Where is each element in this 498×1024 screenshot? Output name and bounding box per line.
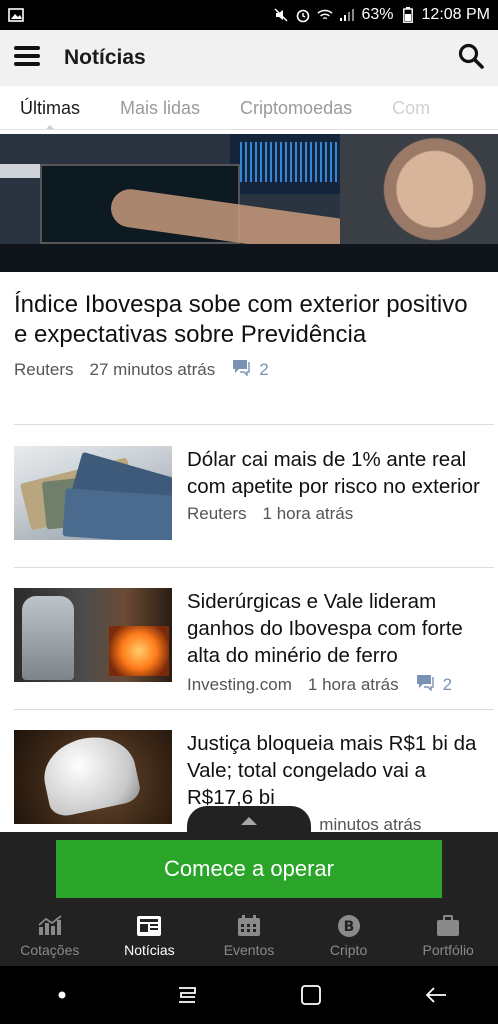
status-bar: 63% 12:08 PM (0, 0, 498, 30)
signal-icon (339, 7, 355, 23)
bitcoin-icon: B (336, 914, 362, 938)
article-time: 1 hora atrás (307, 674, 399, 694)
nav-item-cripto[interactable]: B Cripto (299, 906, 399, 966)
article-headline[interactable]: Dólar cai mais de 1% ante real com apeti… (187, 446, 487, 500)
dot-indicator-icon (42, 975, 82, 1015)
comments-number: 2 (259, 359, 269, 379)
chevron-up-icon (241, 817, 257, 825)
main-article-headline[interactable]: Índice Ibovespa sobe com exterior positi… (14, 290, 484, 350)
article-meta: Reuters 1 hora atrás (187, 504, 487, 524)
nav-label: Cripto (329, 942, 368, 958)
alarm-icon (295, 7, 311, 23)
briefcase-icon (435, 914, 461, 938)
article-source: Reuters (187, 504, 247, 523)
main-article-meta: Reuters 27 minutos atrás 2 (14, 358, 484, 381)
article-time: 1 hora atrás (262, 504, 354, 523)
article-source: Investing.com (187, 674, 292, 694)
cta-panel: Comece a operar (0, 832, 498, 906)
article-thumbnail[interactable] (14, 446, 172, 540)
article-meta: Investing.com 1 hora atrás 2 (187, 673, 487, 696)
system-navigation-bar (0, 966, 498, 1024)
chart-icon (37, 914, 63, 938)
nav-label: Cotações (20, 942, 80, 958)
nav-item-portfolio[interactable]: Portfólio (398, 906, 498, 966)
app-header: Notícias (0, 30, 498, 86)
nav-label: Eventos (223, 942, 275, 958)
article-source: Reuters (14, 359, 74, 379)
search-icon[interactable] (458, 43, 484, 74)
tab-criptomoedas[interactable]: Criptomoedas (220, 86, 372, 129)
calendar-icon (236, 914, 262, 938)
recent-apps-icon[interactable] (167, 975, 207, 1015)
nav-item-cotacoes[interactable]: Cotações (0, 906, 100, 966)
list-item[interactable]: Siderúrgicas e Vale lideram ganhos do Ib… (14, 588, 494, 694)
battery-icon (400, 7, 416, 23)
nav-label: Notícias (124, 942, 175, 958)
gallery-notification-icon (8, 7, 24, 23)
menu-icon[interactable] (14, 45, 40, 72)
category-tabs: Últimas Mais lidas Criptomoedas Com (0, 86, 498, 130)
tab-ultimas[interactable]: Últimas (0, 86, 100, 129)
bottom-nav: Cotações Notícias Eventos B Cripto Portf… (0, 906, 498, 966)
news-icon (136, 914, 162, 938)
tab-commodities[interactable]: Com (372, 86, 450, 129)
comment-icon (231, 358, 251, 381)
article-headline[interactable]: Siderúrgicas e Vale lideram ganhos do Ib… (187, 588, 487, 669)
svg-text:B: B (343, 919, 354, 935)
article-time: 27 minutos atrás (89, 359, 216, 379)
tab-mais-lidas[interactable]: Mais lidas (100, 86, 220, 129)
page-title: Notícias (64, 46, 146, 69)
wifi-icon (317, 7, 334, 23)
main-article[interactable]: Índice Ibovespa sobe com exterior positi… (14, 290, 484, 381)
article-thumbnail[interactable] (14, 730, 172, 824)
hero-image[interactable] (0, 134, 498, 272)
nav-label: Portfólio (422, 942, 474, 958)
comments-count[interactable]: 2 (415, 673, 452, 696)
nav-item-noticias[interactable]: Notícias (100, 906, 200, 966)
battery-percent: 63% (361, 6, 394, 23)
home-icon[interactable] (291, 975, 331, 1015)
clock: 12:08 PM (421, 6, 490, 23)
foreground (0, 244, 498, 272)
comments-count[interactable]: 2 (231, 358, 269, 381)
mute-icon (273, 7, 289, 23)
start-trading-button[interactable]: Comece a operar (56, 840, 442, 898)
nav-item-eventos[interactable]: Eventos (199, 906, 299, 966)
divider (14, 567, 494, 568)
chart-bars (240, 142, 350, 182)
list-item[interactable]: Dólar cai mais de 1% ante real com apeti… (14, 446, 494, 546)
comments-number: 2 (442, 674, 453, 694)
article-thumbnail[interactable] (14, 588, 172, 682)
divider (14, 709, 494, 710)
divider (14, 424, 494, 425)
article-headline[interactable]: Justiça bloqueia mais R$1 bi da Vale; to… (187, 730, 487, 811)
back-icon[interactable] (416, 975, 456, 1015)
comment-icon (415, 673, 435, 696)
